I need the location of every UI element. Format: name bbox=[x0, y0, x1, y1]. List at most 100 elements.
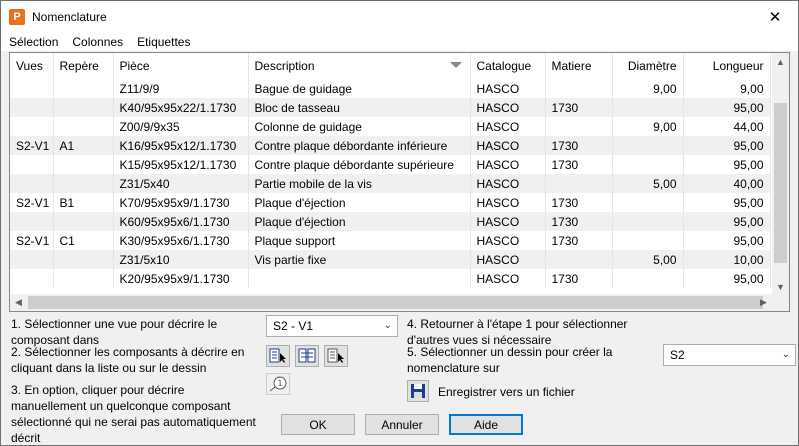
vertical-scroll-thumb[interactable] bbox=[774, 103, 787, 263]
table-row[interactable]: Z00/9/9x35 Colonne de guidage HASCO 9,00 44,… bbox=[10, 117, 771, 136]
scroll-down-arrow-icon[interactable]: ▼ bbox=[772, 278, 789, 295]
deselect-button[interactable] bbox=[324, 345, 348, 367]
cell-description: Plaque support bbox=[248, 231, 471, 250]
cell-catalogue: HASCO bbox=[470, 193, 546, 212]
table-row[interactable]: S2-V1 A1 K16/95x95x12/1.1730 Contre plaque … bbox=[10, 136, 771, 155]
drawing-select-value: S2 bbox=[670, 348, 685, 362]
cell-piece: Z00/9/9x35 bbox=[113, 117, 249, 136]
cell-longueur: 44,00 bbox=[683, 117, 771, 136]
menu-colonnes[interactable]: Colonnes bbox=[65, 35, 130, 49]
cell-longueur: 95,00 bbox=[683, 231, 771, 250]
cell-description: Plaque d'éjection bbox=[248, 193, 471, 212]
cell-description: Partie mobile de la vis bbox=[248, 174, 471, 193]
column-header-catalogue[interactable]: Catalogue bbox=[470, 53, 546, 79]
column-header-piece[interactable]: Pièce bbox=[113, 53, 249, 79]
step5-text: 5. Sélectionner un dessin pour créer la … bbox=[407, 345, 613, 375]
column-header-diametre[interactable]: Diamètre bbox=[612, 53, 684, 79]
cell-diametre bbox=[612, 212, 684, 231]
cancel-button[interactable]: Annuler bbox=[365, 414, 439, 435]
cell-matiere: 1730 bbox=[545, 193, 613, 212]
cell-piece: Z31/5x40 bbox=[113, 174, 249, 193]
column-header-description[interactable]: Description bbox=[248, 53, 471, 79]
title-bar: P Nomenclature ✕ bbox=[1, 1, 798, 32]
table-row[interactable]: K15/95x95x12/1.1730 Contre plaque déborda… bbox=[10, 155, 771, 174]
table-row[interactable]: Z31/5x40 Partie mobile de la vis HASCO 5,00… bbox=[10, 174, 771, 193]
window-title: Nomenclature bbox=[32, 9, 107, 24]
manual-describe-button[interactable]: 1 bbox=[266, 373, 290, 395]
cell-repere bbox=[53, 117, 114, 136]
table-row[interactable]: S2-V1 C1 K30/95x95x6/1.1730 Plaque support H… bbox=[10, 231, 771, 250]
table-row[interactable]: K60/95x95x6/1.1730 Plaque d'éjection HASCO… bbox=[10, 212, 771, 231]
table-row[interactable]: Z11/9/9 Bague de guidage HASCO 9,00 9,00 bbox=[10, 79, 771, 98]
cell-catalogue: HASCO bbox=[470, 250, 546, 269]
view-select[interactable]: S2 - V1 ⌄ bbox=[266, 315, 398, 337]
cell-longueur: 10,00 bbox=[683, 250, 771, 269]
cell-catalogue: HASCO bbox=[470, 79, 546, 98]
horizontal-scroll-thumb[interactable] bbox=[28, 296, 763, 309]
cell-longueur: 95,00 bbox=[683, 98, 771, 117]
cell-piece: K30/95x95x6/1.1730 bbox=[113, 231, 249, 250]
cell-description bbox=[248, 269, 471, 288]
menu-selection[interactable]: Sélection bbox=[1, 35, 65, 49]
cell-piece: K40/95x95x22/1.1730 bbox=[113, 98, 249, 117]
cell-matiere bbox=[545, 117, 613, 136]
cell-vues bbox=[10, 174, 54, 193]
cell-longueur: 95,00 bbox=[683, 155, 771, 174]
parts-table: Vues Repère Pièce Description Catalogue … bbox=[10, 53, 771, 288]
table-row[interactable]: S2-V1 B1 K70/95x95x9/1.1730 Plaque d'éjecti… bbox=[10, 193, 771, 212]
save-to-file-label[interactable]: Enregistrer vers un fichier bbox=[438, 384, 575, 400]
column-header-matiere[interactable]: Matiere bbox=[545, 53, 613, 79]
cell-longueur: 40,00 bbox=[683, 174, 771, 193]
cell-description: Bague de guidage bbox=[248, 79, 471, 98]
parts-list[interactable]: Vues Repère Pièce Description Catalogue … bbox=[9, 52, 790, 312]
horizontal-scrollbar[interactable]: ◀ ▶ bbox=[10, 294, 789, 311]
cell-diametre: 9,00 bbox=[612, 117, 684, 136]
cell-vues: S2-V1 bbox=[10, 136, 54, 155]
cell-vues bbox=[10, 155, 54, 174]
table-row[interactable]: K20/95x95x9/1.1730 HASCO 1730 95,00 bbox=[10, 269, 771, 288]
cell-diametre: 5,00 bbox=[612, 174, 684, 193]
cell-catalogue: HASCO bbox=[470, 174, 546, 193]
save-to-file-button[interactable] bbox=[407, 380, 429, 402]
cell-matiere: 1730 bbox=[545, 269, 613, 288]
cell-repere bbox=[53, 98, 114, 117]
cell-vues bbox=[10, 269, 54, 288]
cell-vues bbox=[10, 117, 54, 136]
svg-text:1: 1 bbox=[277, 379, 282, 388]
cell-diametre bbox=[612, 269, 684, 288]
deselect-icon bbox=[327, 348, 344, 363]
nomenclature-dialog: P Nomenclature ✕ Sélection Colonnes Etiq… bbox=[0, 0, 799, 446]
select-in-drawing-button[interactable] bbox=[295, 345, 319, 367]
close-icon[interactable]: ✕ bbox=[752, 1, 798, 32]
vertical-scrollbar[interactable]: ▲ ▼ bbox=[772, 53, 789, 295]
table-row[interactable]: K40/95x95x22/1.1730 Bloc de tasseau HASCO 1… bbox=[10, 98, 771, 117]
cell-matiere: 1730 bbox=[545, 155, 613, 174]
cell-catalogue: HASCO bbox=[470, 155, 546, 174]
cell-catalogue: HASCO bbox=[470, 117, 546, 136]
cell-repere bbox=[53, 79, 114, 98]
ok-button[interactable]: OK bbox=[281, 414, 355, 435]
column-header-longueur[interactable]: Longueur bbox=[683, 53, 771, 79]
select-in-list-button[interactable] bbox=[266, 345, 290, 367]
cell-repere: C1 bbox=[53, 231, 114, 250]
cell-description: Vis partie fixe bbox=[248, 250, 471, 269]
help-button[interactable]: Aide bbox=[449, 414, 523, 435]
scroll-up-arrow-icon[interactable]: ▲ bbox=[772, 53, 789, 70]
cell-matiere bbox=[545, 174, 613, 193]
menu-bar: Sélection Colonnes Etiquettes bbox=[1, 32, 798, 51]
table-row[interactable]: Z31/5x10 Vis partie fixe HASCO 5,00 10,00 bbox=[10, 250, 771, 269]
cell-matiere: 1730 bbox=[545, 136, 613, 155]
cell-matiere: 1730 bbox=[545, 212, 613, 231]
step3-text: 3. En option, cliquer pour décrire manue… bbox=[11, 383, 256, 445]
cell-vues: S2-V1 bbox=[10, 231, 54, 250]
cell-diametre: 9,00 bbox=[612, 79, 684, 98]
cell-description: Plaque d'éjection bbox=[248, 212, 471, 231]
menu-etiquettes[interactable]: Etiquettes bbox=[130, 35, 197, 49]
cell-repere bbox=[53, 212, 114, 231]
scroll-right-arrow-icon[interactable]: ▶ bbox=[755, 294, 772, 311]
column-header-vues[interactable]: Vues bbox=[10, 53, 54, 79]
column-header-repere[interactable]: Repère bbox=[53, 53, 114, 79]
scroll-left-arrow-icon[interactable]: ◀ bbox=[10, 294, 27, 311]
cell-description: Bloc de tasseau bbox=[248, 98, 471, 117]
drawing-select[interactable]: S2 ⌄ bbox=[663, 344, 796, 366]
